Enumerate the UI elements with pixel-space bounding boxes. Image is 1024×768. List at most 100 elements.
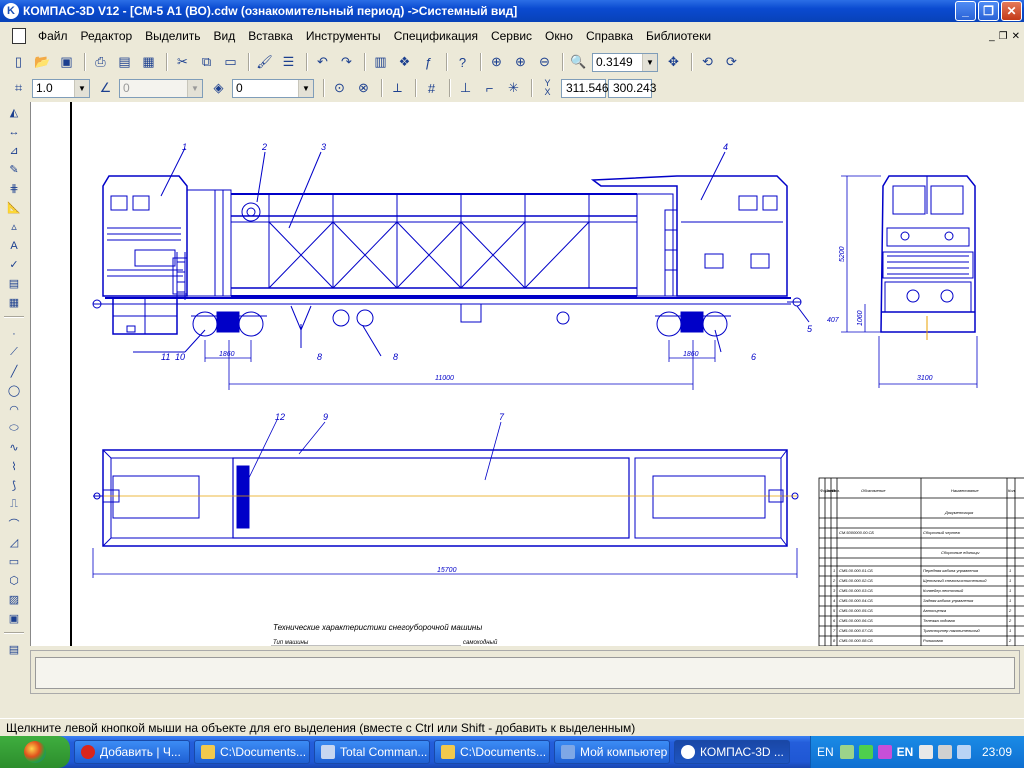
point-icon[interactable]: · [4, 325, 24, 342]
menu-specification[interactable]: Спецификация [388, 29, 485, 43]
menu-select[interactable]: Выделить [139, 29, 207, 43]
polygon-icon[interactable]: ⬡ [4, 572, 24, 589]
paste-icon[interactable]: ▭ [220, 52, 241, 73]
maximize-button[interactable]: ❐ [978, 1, 999, 21]
coord-x-field[interactable]: 311.546 [561, 78, 609, 98]
layer-combo[interactable]: 0 ▼ [232, 78, 314, 98]
properties-icon[interactable]: ☰ [278, 52, 299, 73]
continuous-input-icon[interactable]: ∿ [4, 439, 24, 456]
snap-toggle-icon[interactable]: ✳ [503, 78, 524, 99]
task-opera[interactable]: Добавить | Ч... [74, 740, 190, 764]
menu-file[interactable]: Файл [32, 29, 75, 43]
task-my-computer[interactable]: Мой компьютер [554, 740, 670, 764]
dimensions-icon[interactable]: ↔ [4, 123, 24, 140]
volume-icon[interactable] [938, 745, 953, 759]
layer-icon[interactable]: ◈ [208, 78, 229, 99]
task-total-commander[interactable]: Total Comman... [314, 740, 430, 764]
antivirus-icon[interactable] [858, 745, 873, 759]
drawing-svg[interactable]: 1 2 3 4 11 10 8 8 6 5 12 9 7 1860 1860 1… [31, 102, 1024, 646]
mdi-restore-button[interactable]: ❐ [999, 31, 1008, 42]
document-icon[interactable] [12, 28, 26, 44]
ortho-icon[interactable]: ⟂ [387, 78, 408, 99]
pan-icon[interactable]: ✥ [663, 52, 684, 73]
bezier-icon[interactable]: ⟆ [4, 477, 24, 494]
variables-icon[interactable]: ƒ [418, 52, 439, 73]
zoom-combo[interactable]: 0.3149 ▼ [592, 52, 658, 72]
geometry-icon[interactable]: ◭ [4, 104, 24, 121]
display-icon[interactable] [957, 745, 972, 759]
drawing-canvas[interactable]: 1 2 3 4 11 10 8 8 6 5 12 9 7 1860 1860 1… [30, 102, 1024, 646]
mdi-minimize-button[interactable]: _ [989, 31, 995, 42]
start-button[interactable] [0, 736, 70, 768]
network-icon[interactable] [839, 745, 854, 759]
angle-combo[interactable]: 0 ▼ [119, 78, 203, 98]
preview-icon[interactable]: ▤ [114, 52, 135, 73]
spec-icon[interactable]: ✓ [4, 256, 24, 273]
associative-views-icon[interactable]: A [4, 237, 24, 254]
menu-insert[interactable]: Вставка [242, 29, 300, 43]
ellipse-icon[interactable]: ⬭ [4, 420, 24, 437]
minimize-button[interactable]: _ [955, 1, 976, 21]
nurbs-icon[interactable]: ⌇ [4, 458, 24, 475]
angle-icon[interactable]: ∠ [95, 78, 116, 99]
chamfer-icon[interactable]: ◿ [4, 534, 24, 551]
menu-editor[interactable]: Редактор [75, 29, 140, 43]
library-manager-icon[interactable]: ❖ [394, 52, 415, 73]
save-icon[interactable]: ▣ [56, 52, 77, 73]
copy-icon[interactable]: ⧉ [196, 52, 217, 73]
rebuild-icon[interactable]: ⟳ [721, 52, 742, 73]
front-view[interactable] [841, 175, 978, 388]
task-kompas[interactable]: КОМПАС-3D ... [674, 740, 790, 764]
grid-icon[interactable]: # [421, 78, 442, 99]
kompas-app-icon[interactable]: K [3, 3, 19, 19]
circle-icon[interactable]: ◯ [4, 382, 24, 399]
top-view[interactable] [92, 419, 799, 578]
select-icon[interactable]: ▵ [4, 218, 24, 235]
menu-tools[interactable]: Инструменты [300, 29, 388, 43]
side-view[interactable] [92, 175, 802, 337]
parameterization-icon[interactable]: ⋕ [4, 180, 24, 197]
zoom-window-icon[interactable]: ⊕ [486, 52, 507, 73]
menu-libraries[interactable]: Библиотеки [640, 29, 718, 43]
new-file-icon[interactable]: ▯ [8, 52, 29, 73]
chevron-down-icon[interactable]: ▼ [642, 53, 657, 71]
cut-icon[interactable]: ✂ [172, 52, 193, 73]
mdi-close-button[interactable]: ✕ [1012, 31, 1020, 42]
editing-icon[interactable]: ✎ [4, 161, 24, 178]
menu-view[interactable]: Вид [208, 29, 243, 43]
arc-icon[interactable]: ◠ [4, 401, 24, 418]
local-cs-icon[interactable]: ⊥ [455, 78, 476, 99]
line-step-combo[interactable]: 1.0 ▼ [32, 78, 90, 98]
chevron-down-icon[interactable]: ▼ [74, 79, 89, 97]
menu-service[interactable]: Сервис [485, 29, 539, 43]
close-button[interactable]: ✕ [1001, 1, 1022, 21]
zoom-scale-icon[interactable]: 🔍 [568, 52, 589, 73]
coord-y-field[interactable]: 300.243 [608, 78, 656, 98]
reports-icon[interactable]: ▤ [4, 275, 24, 292]
snap-local-icon[interactable]: ⊗ [353, 78, 374, 99]
chevron-down-icon[interactable]: ▼ [298, 79, 313, 97]
contour-icon[interactable]: ▣ [4, 610, 24, 627]
print-icon[interactable]: ⎙ [90, 52, 111, 73]
task-folder-2[interactable]: C:\Documents... [434, 740, 550, 764]
format-painter-icon[interactable]: 🖌 [254, 52, 275, 73]
polyline-icon[interactable]: ⎍ [4, 496, 24, 513]
manager-icon[interactable]: ▥ [370, 52, 391, 73]
properties-panel-body[interactable] [35, 657, 1015, 689]
orthogonal-mode-icon[interactable]: ⌐ [479, 78, 500, 99]
language-indicator[interactable]: EN [817, 745, 834, 759]
messenger-icon[interactable] [877, 745, 892, 759]
segment-icon[interactable]: ╱ [4, 363, 24, 380]
open-file-icon[interactable]: 📂 [32, 52, 53, 73]
rectangle-icon[interactable]: ▭ [4, 553, 24, 570]
designations-icon[interactable]: ⊿ [4, 142, 24, 159]
fillet-icon[interactable]: ⌒ [4, 515, 24, 532]
chevron-down-icon[interactable]: ▼ [187, 79, 202, 97]
measure-icon[interactable]: 📐 [4, 199, 24, 216]
stop-icon[interactable]: ▤ [4, 641, 24, 658]
snap-icon[interactable]: ⊙ [329, 78, 350, 99]
zoom-in-icon[interactable]: ⊕ [510, 52, 531, 73]
refresh-icon[interactable]: ⟲ [697, 52, 718, 73]
print-setup-icon[interactable]: ▦ [138, 52, 159, 73]
grid-step-icon[interactable]: ⌗ [8, 78, 29, 99]
